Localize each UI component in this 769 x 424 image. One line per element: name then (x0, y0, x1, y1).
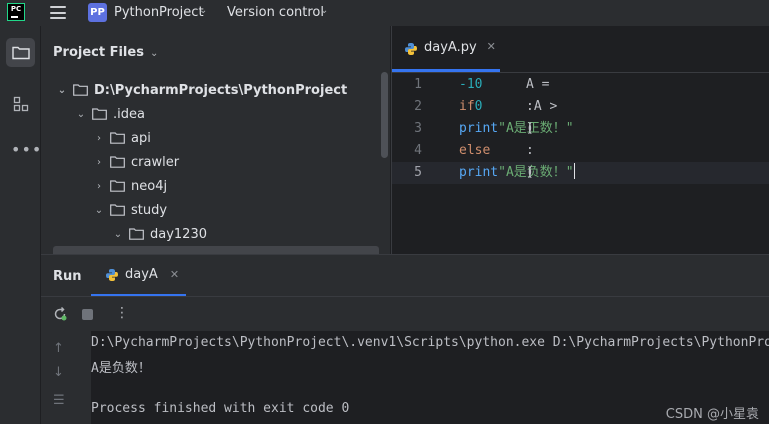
chevron-down-icon[interactable]: ⌄ (74, 109, 88, 120)
folder-icon (92, 108, 107, 120)
app-logo-text: PC (10, 5, 22, 13)
arrow-down-icon[interactable]: ↓ (53, 365, 64, 380)
folder-icon (73, 84, 88, 96)
structure-icon (13, 96, 28, 111)
console-line: A是负数！ (91, 361, 151, 376)
folder-icon (110, 180, 125, 192)
tree-item-label: .idea (113, 106, 145, 122)
line-number: 1 (414, 77, 422, 92)
code-text: print("A是负数！") (459, 163, 575, 180)
line-number: 4 (414, 143, 422, 158)
activity-bar: ••• (0, 26, 41, 424)
tree-item-label: study (131, 202, 168, 218)
chevron-right-icon[interactable]: › (92, 133, 106, 144)
folder-icon (110, 204, 125, 216)
project-tool-button[interactable] (6, 38, 35, 67)
watermark: CSDN @小星袁 (665, 407, 759, 422)
close-icon[interactable]: ✕ (170, 268, 179, 281)
tree-item-label: day1230 (150, 226, 207, 242)
active-tab-indicator (392, 69, 500, 72)
python-file-icon (405, 43, 417, 55)
line-number: 3 (414, 121, 422, 136)
code-text: if A > 0: (459, 99, 566, 114)
code-line[interactable]: 2 if A > 0: (392, 96, 769, 118)
chevron-down-icon[interactable]: ⌄ (55, 85, 69, 96)
folder-icon (11, 46, 30, 60)
run-panel-title: Run (53, 269, 82, 284)
project-panel: Project Files ⌄ ⌄ D:\PycharmProjects\Pyth… (41, 26, 390, 254)
chevron-down-icon[interactable]: ⌄ (320, 5, 328, 16)
code-text: else: (459, 143, 534, 158)
chevron-down-icon[interactable]: ⌄ (111, 229, 125, 240)
code-line[interactable]: 4 else: (392, 140, 769, 162)
chevron-right-icon[interactable]: › (92, 157, 106, 168)
line-number: 2 (414, 99, 422, 114)
run-side-toolbar: ↑ ↓ ☰ (41, 331, 81, 424)
close-icon[interactable]: ✕ (487, 40, 496, 53)
tree-item-label: neo4j (131, 178, 168, 194)
code-text: A = -10 (459, 77, 558, 92)
tree-item-selected[interactable] (53, 246, 379, 254)
tree-item-label: api (131, 130, 151, 146)
tree-item-day1230[interactable]: ⌄ day1230 (111, 223, 207, 245)
project-scrollbar[interactable] (381, 72, 388, 158)
console-line: Process finished with exit code 0 (91, 401, 350, 416)
run-tab-label: dayA (125, 267, 158, 282)
rerun-icon[interactable] (52, 306, 68, 322)
more-tools-icon[interactable]: ••• (11, 140, 42, 159)
chevron-down-icon[interactable]: ⌄ (92, 205, 106, 216)
tree-item-label: crawler (131, 154, 180, 170)
project-panel-header[interactable]: Project Files ⌄ (53, 45, 158, 60)
folder-icon (110, 132, 125, 144)
project-badge[interactable]: PP (88, 3, 107, 22)
run-toolbar: ⋮ (41, 297, 769, 331)
folder-icon (129, 228, 144, 240)
project-panel-title: Project Files (53, 45, 144, 60)
chevron-right-icon[interactable]: › (92, 181, 106, 192)
line-number: 5 (414, 165, 422, 180)
pycharm-logo-icon[interactable]: PC (7, 3, 25, 21)
run-panel: Run dayA ✕ ⋮ ↑ ↓ ☰ D:\PycharmProjects\Py… (41, 254, 769, 424)
title-bar: PC PP PythonProject ⌄ Version control ⌄ (0, 0, 769, 26)
soft-wrap-icon[interactable]: ☰ (53, 393, 65, 408)
arrow-up-icon[interactable]: ↑ (53, 341, 64, 356)
stop-icon[interactable] (79, 306, 95, 322)
tree-item-crawler[interactable]: › crawler (92, 151, 179, 173)
chevron-down-icon[interactable]: ⌄ (150, 48, 158, 59)
tree-item-api[interactable]: › api (92, 127, 151, 149)
editor-tab-label: dayA.py (424, 40, 477, 55)
code-line[interactable]: 3 print("A是正数！") (392, 118, 769, 140)
more-options-icon[interactable]: ⋮ (115, 305, 129, 321)
tree-item-neo4j[interactable]: › neo4j (92, 175, 167, 197)
structure-tool-button[interactable] (6, 89, 35, 118)
editor-pane: dayA.py ✕ 1 A = -10 2 if A > 0: 3 print("A是正… (391, 26, 769, 254)
chevron-down-icon[interactable]: ⌄ (199, 5, 207, 16)
tree-item-study[interactable]: ⌄ study (92, 199, 167, 221)
console-line: D:\PycharmProjects\PythonProject\.venv1\… (91, 335, 769, 350)
tree-item-label: D:\PycharmProjects\PythonProject (94, 82, 348, 98)
tree-item-idea[interactable]: ⌄ .idea (74, 103, 145, 125)
folder-icon (110, 156, 125, 168)
python-file-icon (106, 268, 118, 281)
tree-item-project-root[interactable]: ⌄ D:\PycharmProjects\PythonProject (55, 79, 347, 101)
code-line[interactable]: 5 print("A是负数！") (392, 162, 769, 184)
run-tab-daya[interactable]: dayA ✕ (105, 267, 179, 282)
version-control-menu[interactable]: Version control (227, 5, 324, 20)
project-switcher[interactable]: PythonProject (114, 5, 204, 20)
editor-tab-bar: dayA.py ✕ (392, 26, 769, 73)
code-text: print("A是正数！") (459, 121, 574, 136)
code-area[interactable]: 1 A = -10 2 if A > 0: 3 print("A是正数！") 4 else:… (392, 74, 769, 184)
main-menu-icon[interactable] (50, 6, 66, 19)
code-line[interactable]: 1 A = -10 (392, 74, 769, 96)
text-caret (573, 163, 575, 179)
